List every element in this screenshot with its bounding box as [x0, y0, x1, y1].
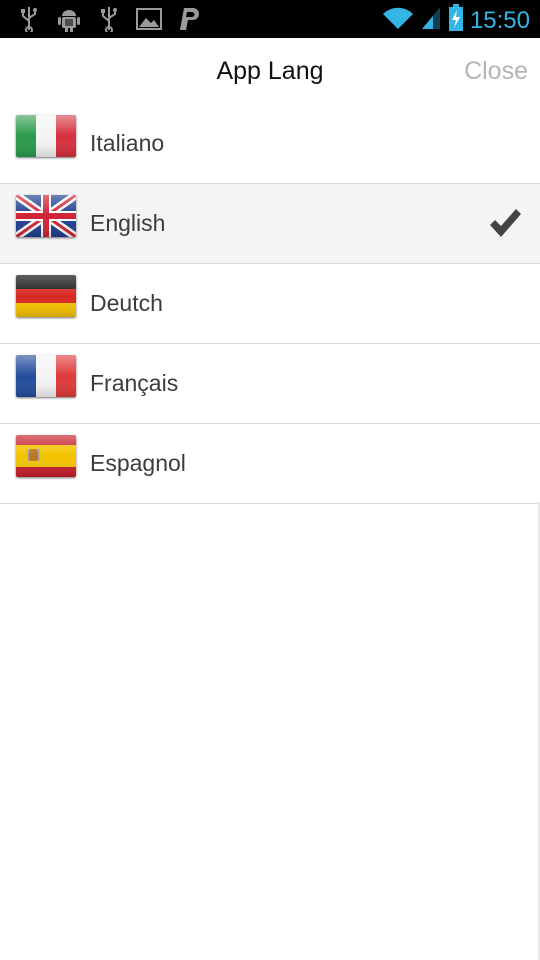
- france-flag-icon: [16, 355, 76, 397]
- language-item-italiano[interactable]: Italiano: [0, 104, 540, 184]
- language-label: Italiano: [90, 130, 165, 156]
- spain-flag-icon: [16, 435, 76, 477]
- status-bar: 15:50: [0, 0, 540, 38]
- language-list: Italiano English Deutch Français Espagno…: [0, 104, 540, 504]
- signal-icon: [420, 5, 442, 36]
- uk-flag-icon: [16, 195, 76, 237]
- language-label: Espagnol: [90, 450, 186, 476]
- language-item-francais[interactable]: Français: [0, 344, 540, 424]
- italy-flag-icon: [16, 115, 76, 157]
- language-item-espagnol[interactable]: Espagnol: [0, 424, 540, 504]
- language-label: Deutch: [90, 290, 163, 316]
- paypal-icon: [176, 6, 202, 32]
- language-label: English: [90, 210, 166, 236]
- germany-flag-icon: [16, 275, 76, 317]
- wifi-icon: [382, 5, 414, 36]
- language-label: Français: [90, 370, 179, 396]
- language-item-deutch[interactable]: Deutch: [0, 264, 540, 344]
- usb-icon: [96, 6, 122, 32]
- clock: 15:50: [469, 6, 530, 34]
- android-debug-icon: [56, 6, 82, 32]
- title-bar: App Lang Close: [0, 38, 540, 105]
- image-icon: [136, 6, 162, 32]
- usb-icon: [16, 6, 42, 32]
- close-button[interactable]: Close: [464, 38, 528, 104]
- language-item-english[interactable]: English: [0, 184, 540, 264]
- battery-charging-icon: [448, 4, 464, 37]
- page-title: App Lang: [216, 57, 324, 85]
- checkmark-icon: [488, 206, 522, 240]
- notification-icons: [16, 6, 202, 32]
- system-icons: 15:50: [382, 4, 530, 37]
